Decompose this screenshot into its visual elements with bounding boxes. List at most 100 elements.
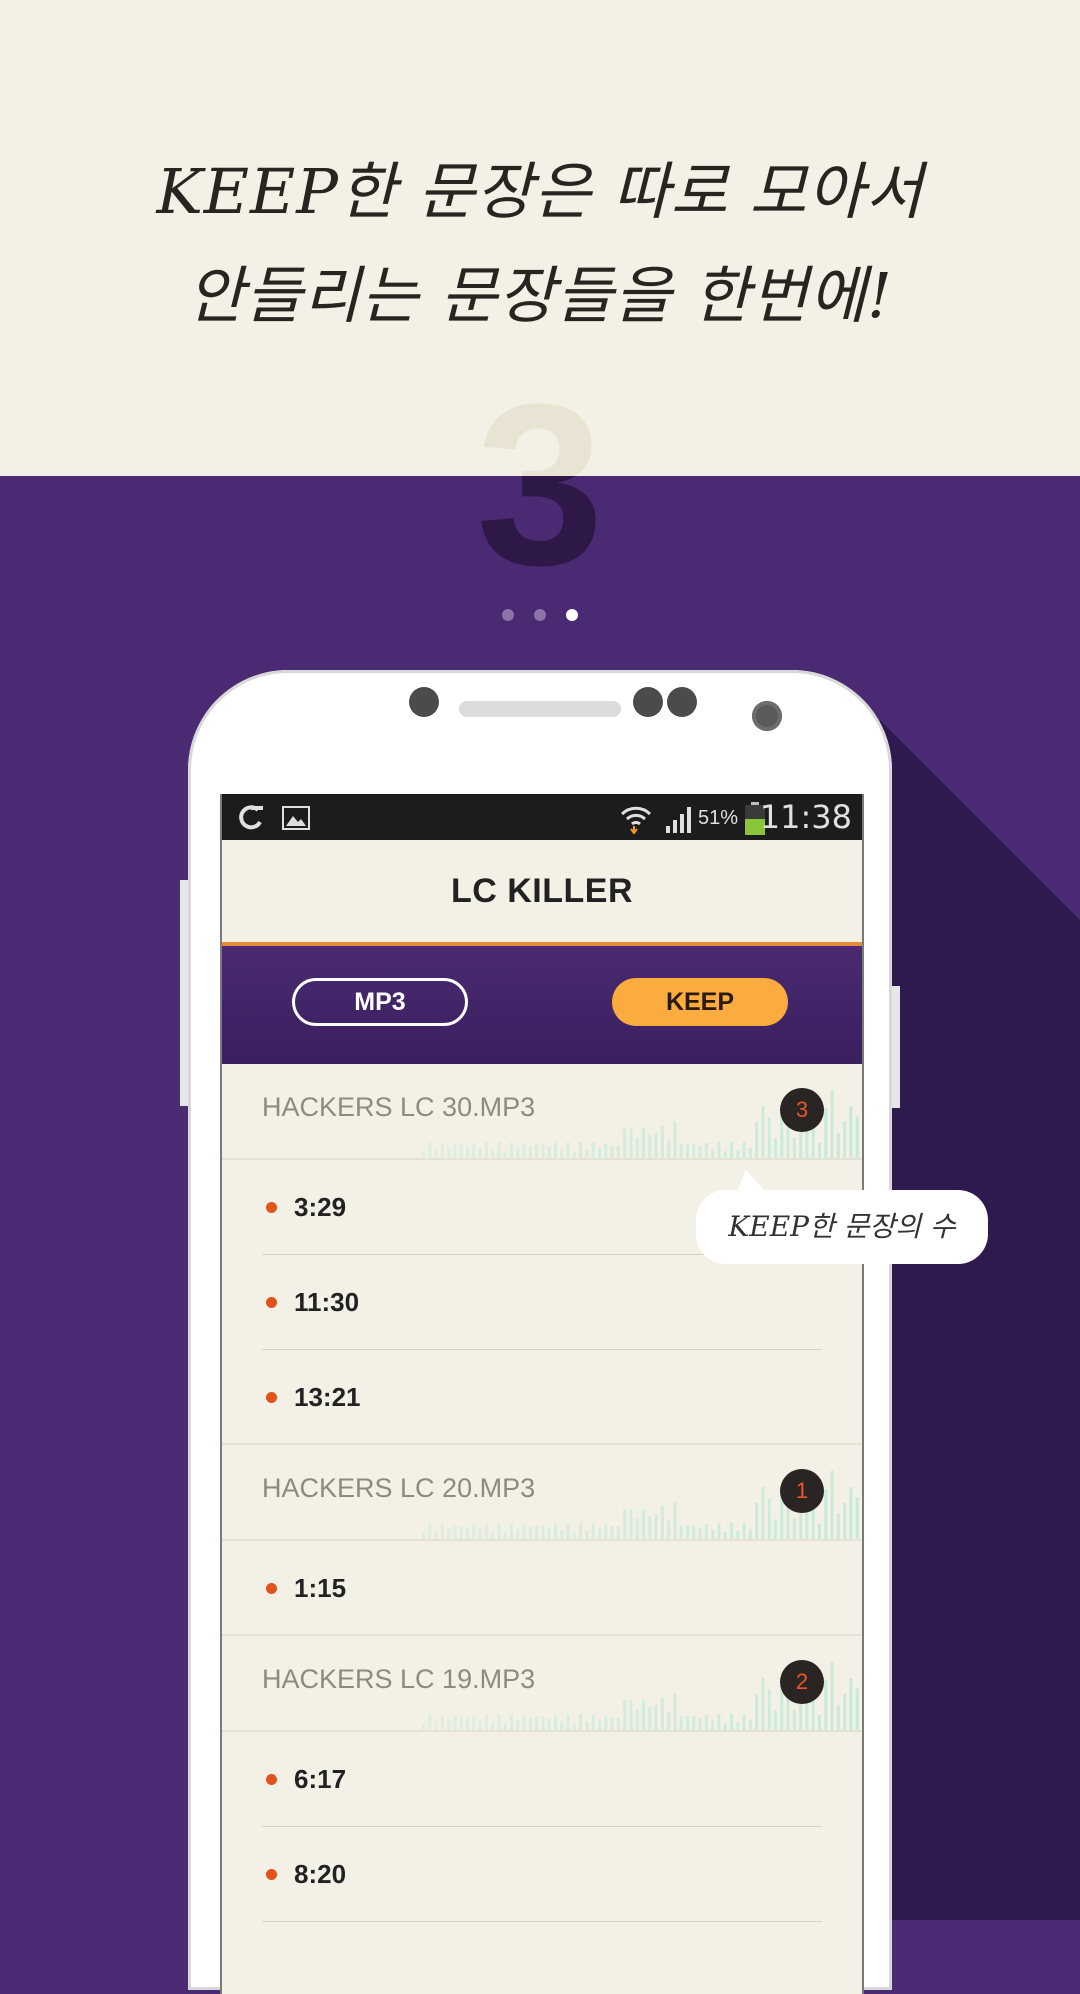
waveform-bar bbox=[736, 1531, 740, 1539]
battery-percent: 51% bbox=[697, 807, 738, 829]
waveform-bar bbox=[692, 1716, 696, 1730]
waveform-bar bbox=[774, 1710, 777, 1730]
waveform-bar bbox=[748, 1528, 752, 1539]
time-label: 6:17 bbox=[294, 1764, 347, 1794]
waveform-bar bbox=[761, 1677, 765, 1730]
waveform-bar bbox=[466, 1526, 469, 1539]
waveform-bar bbox=[610, 1526, 614, 1539]
waveform-bar bbox=[736, 1150, 740, 1158]
waveform-bar bbox=[591, 1714, 595, 1730]
waveform-bar bbox=[579, 1523, 583, 1539]
waveform-bar bbox=[598, 1719, 601, 1730]
waveform-bar bbox=[428, 1714, 432, 1730]
waveform-bar bbox=[541, 1144, 545, 1158]
waveform-bar bbox=[742, 1714, 746, 1730]
waveform-bar bbox=[453, 1144, 457, 1158]
waveform-bar bbox=[516, 1148, 520, 1158]
waveform-bar bbox=[422, 1724, 425, 1730]
waveform-bar bbox=[497, 1523, 501, 1539]
waveform-bar bbox=[560, 1530, 564, 1539]
waveform-bar bbox=[453, 1716, 457, 1730]
phone-volume-button bbox=[180, 880, 188, 1106]
waveform-bar bbox=[434, 1721, 438, 1730]
time-list-item[interactable]: 8:20 bbox=[222, 1827, 862, 1922]
waveform-bar bbox=[667, 1520, 671, 1539]
waveform-bar bbox=[472, 1143, 476, 1158]
waveform-bar bbox=[679, 1716, 683, 1730]
headline-line-1: KEEP한 문장은 따로 모아서 bbox=[156, 155, 924, 228]
file-header-row[interactable]: HACKERS LC 19.MP3 2 bbox=[222, 1636, 862, 1732]
waveform-bar bbox=[522, 1715, 526, 1730]
waveform-bar bbox=[535, 1716, 539, 1730]
waveform-bar bbox=[704, 1143, 708, 1158]
waveform-bar bbox=[466, 1145, 469, 1158]
time-label: 11:30 bbox=[294, 1287, 360, 1317]
status-bar: 51% 11:38 bbox=[222, 794, 862, 840]
app-notification-icon bbox=[239, 805, 263, 830]
waveform-bar bbox=[510, 1714, 513, 1730]
waveform-bar bbox=[522, 1143, 526, 1158]
waveform-bar bbox=[767, 1498, 771, 1539]
file-header-row[interactable]: HACKERS LC 20.MP3 1 bbox=[222, 1445, 862, 1541]
waveform-bar bbox=[491, 1150, 495, 1158]
waveform-bar bbox=[692, 1525, 696, 1539]
time-list-item[interactable]: 13:21 bbox=[222, 1350, 862, 1445]
waveform-bar bbox=[855, 1116, 859, 1158]
file-header-row[interactable]: HACKERS LC 30.MP3 3 bbox=[222, 1064, 862, 1160]
waveform-bar bbox=[686, 1144, 689, 1158]
waveform-bar bbox=[484, 1142, 488, 1158]
app-title: LC KILLER bbox=[450, 872, 634, 910]
waveform-bar bbox=[447, 1719, 451, 1730]
waveform-bar bbox=[623, 1128, 627, 1158]
waveform-bar bbox=[516, 1720, 520, 1730]
waveform-bar bbox=[711, 1529, 715, 1539]
waveform-bar bbox=[503, 1150, 507, 1158]
waveform-bar bbox=[830, 1470, 834, 1539]
page-dot-3-active[interactable] bbox=[566, 609, 579, 621]
waveform-bar bbox=[748, 1147, 752, 1158]
time-list-item[interactable]: 1:15 bbox=[222, 1541, 862, 1636]
time-list-item[interactable]: 6:17 bbox=[222, 1732, 862, 1827]
file-name: HACKERS LC 30.MP3 bbox=[262, 1092, 536, 1122]
waveform-bar bbox=[742, 1142, 746, 1158]
waveform-bar bbox=[679, 1525, 683, 1539]
waveform-bar bbox=[711, 1720, 715, 1730]
waveform-bar bbox=[440, 1714, 444, 1730]
phone-power-button bbox=[892, 986, 900, 1108]
tab-keep[interactable]: KEEP bbox=[612, 978, 788, 1026]
waveform-bar bbox=[843, 1121, 847, 1158]
page-dot-1[interactable] bbox=[501, 609, 514, 621]
waveform-bar bbox=[686, 1716, 689, 1730]
phone-speaker bbox=[459, 701, 621, 717]
waveform-bar bbox=[629, 1509, 633, 1539]
waveform-bar bbox=[610, 1145, 614, 1158]
waveform-bar bbox=[730, 1142, 733, 1158]
waveform-bar bbox=[447, 1147, 451, 1158]
waveform-bar bbox=[510, 1523, 513, 1539]
file-name: HACKERS LC 19.MP3 bbox=[262, 1664, 536, 1694]
waveform-bar bbox=[547, 1527, 551, 1539]
waveform-bar bbox=[566, 1714, 570, 1730]
waveform-bar bbox=[440, 1142, 444, 1158]
phone-sensor-icon bbox=[409, 687, 439, 717]
time-list-item[interactable]: 11:30 bbox=[222, 1255, 862, 1350]
waveform-bar bbox=[667, 1711, 671, 1730]
bullet-icon bbox=[266, 1583, 277, 1594]
bullet-icon bbox=[266, 1869, 277, 1880]
page-dot-2[interactable] bbox=[534, 609, 546, 621]
waveform-bar bbox=[648, 1516, 652, 1539]
waveform-bar bbox=[623, 1700, 627, 1730]
waveform-bar bbox=[679, 1144, 683, 1158]
page-indicator bbox=[0, 608, 1080, 626]
bullet-icon bbox=[266, 1392, 277, 1403]
waveform-bar bbox=[478, 1148, 482, 1158]
tab-mp3[interactable]: MP3 bbox=[292, 978, 468, 1026]
waveform-bar bbox=[566, 1523, 570, 1539]
bullet-icon bbox=[266, 1774, 277, 1785]
waveform-bar bbox=[818, 1715, 821, 1730]
waveform-bar bbox=[623, 1509, 627, 1539]
waveform-bar bbox=[792, 1709, 796, 1730]
waveform-bar bbox=[585, 1149, 589, 1158]
waveform-bar bbox=[604, 1524, 608, 1539]
waveform-bar bbox=[484, 1714, 488, 1730]
